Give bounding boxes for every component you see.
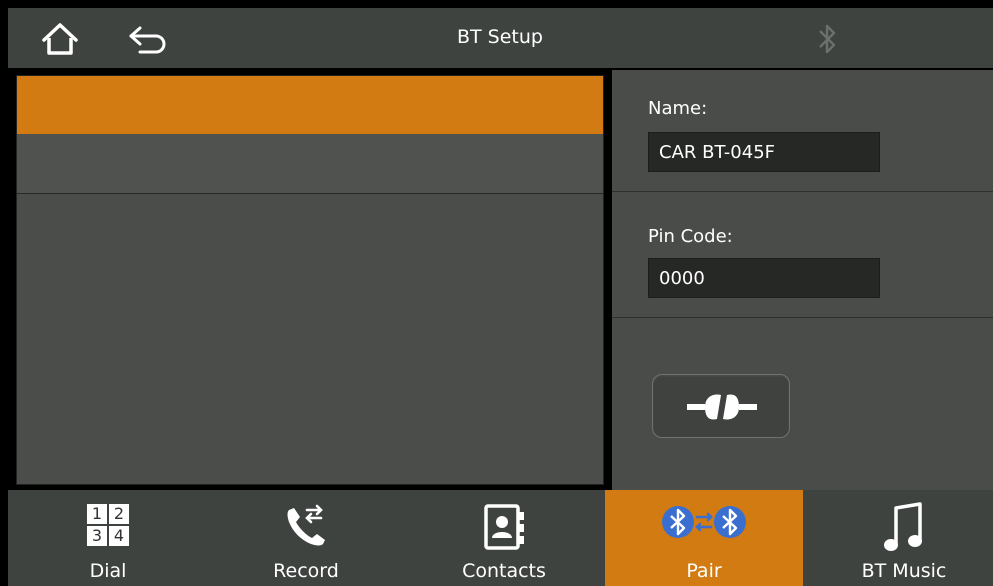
action-section	[612, 318, 993, 490]
tab-bt-music[interactable]: BT Music	[806, 490, 993, 586]
dialpad-key: 4	[109, 526, 129, 546]
bottom-nav: 1 2 3 4 Dial Record Contacts Pair BT Mus…	[8, 490, 993, 586]
name-label: Name:	[648, 98, 708, 119]
tab-dial[interactable]: 1 2 3 4 Dial	[8, 490, 208, 586]
paired-device-list[interactable]	[16, 75, 604, 485]
name-field[interactable]: CAR BT-045F	[648, 132, 880, 172]
pin-section: Pin Code: 0000	[612, 192, 993, 318]
tab-label: Contacts	[462, 560, 546, 582]
bt-settings-panel: Name: CAR BT-045F Pin Code: 0000	[612, 70, 993, 490]
tab-pair[interactable]: Pair	[605, 490, 803, 586]
tab-label: BT Music	[861, 560, 947, 582]
dialpad-key: 3	[87, 526, 107, 546]
dialpad-key: 2	[109, 504, 129, 524]
pin-code-label: Pin Code:	[648, 226, 733, 247]
call-record-icon	[281, 500, 331, 556]
pin-code-field[interactable]: 0000	[648, 258, 880, 298]
top-bar: BT Setup	[8, 8, 993, 68]
bluetooth-icon	[814, 22, 842, 56]
page-title: BT Setup	[457, 26, 543, 48]
tab-label: Record	[273, 560, 339, 582]
dialpad-icon: 1 2 3 4	[85, 500, 131, 550]
tab-record[interactable]: Record	[208, 490, 404, 586]
bluetooth-pair-icon	[658, 500, 750, 556]
device-list-item[interactable]	[17, 134, 603, 194]
contacts-icon	[482, 500, 526, 556]
name-section: Name: CAR BT-045F	[612, 70, 993, 192]
disconnect-button[interactable]	[652, 374, 790, 438]
music-note-icon	[882, 500, 926, 560]
tab-label: Pair	[686, 560, 722, 582]
disconnect-icon	[687, 394, 757, 420]
dialpad-key: 1	[87, 504, 107, 524]
tab-contacts[interactable]: Contacts	[404, 490, 604, 586]
tab-label: Dial	[89, 560, 127, 582]
device-list-item[interactable]	[17, 76, 603, 134]
